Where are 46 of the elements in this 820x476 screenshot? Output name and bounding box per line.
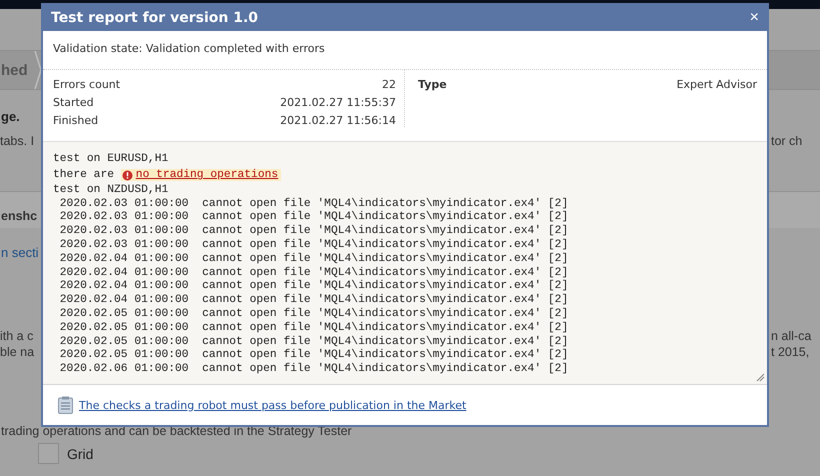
log-line: 2020.02.04 01:00:00 cannot open file 'MQL4\indicators\myindicator.ex4' [2]	[58, 266, 570, 280]
log-line: 2020.02.03 01:00:00 cannot open file 'MQL4\indicators\myindicator.ex4' [2]	[58, 238, 570, 252]
summary-label: Finished	[53, 113, 98, 129]
step-label: hed	[0, 62, 29, 78]
log-line: 2020.02.04 01:00:00 cannot open file 'MQL4\indicators\myindicator.ex4' [2]	[58, 280, 570, 294]
log-line: 2020.02.03 01:00:00 cannot open file 'MQL4\indicators\myindicator.ex4' [2]	[58, 198, 570, 210]
close-button[interactable]: ×	[748, 9, 761, 27]
log-line: there are	[53, 169, 116, 182]
checks-link[interactable]: The checks a trading robot must pass before publication in the Market	[79, 398, 466, 412]
log-line: 2020.02.05 01:00:00 cannot open file 'MQL4\indicators\myindicator.ex4' [2]	[58, 336, 570, 348]
paragraph-line: n all-ca	[771, 328, 812, 344]
summary-value: 22	[382, 77, 396, 93]
log-line: 2020.02.05 01:00:00 cannot open file 'MQL4\indicators\myindicator.ex4' [2]	[58, 322, 570, 336]
type-label: Type	[418, 77, 447, 93]
log-line: 2020.02.04 01:00:00 cannot open file 'MQL4\indicators\myindicator.ex4' [2]	[58, 252, 570, 266]
paragraph-line: t 2015,	[771, 344, 810, 360]
body-text: tor ch	[771, 133, 802, 149]
paragraph-line: ble na	[0, 344, 34, 360]
option-label: Grid	[67, 446, 94, 462]
error-icon	[122, 170, 133, 181]
log-line: 2020.02.04 01:00:00 cannot open file 'MQL4\indicators\myindicator.ex4' [2]	[58, 294, 570, 308]
paragraph-line: ith a c	[0, 328, 34, 344]
log-line: 2020.02.06 01:00:00 cannot open file 'MQL4\indicators\myindicator.ex4' [2]	[58, 363, 570, 377]
summary-label: Errors count	[53, 77, 120, 93]
heading: ge.	[1, 109, 20, 125]
log-line: 2020.02.05 01:00:00 cannot open file 'MQL4\indicators\myindicator.ex4' [2]	[58, 308, 570, 322]
checkbox[interactable]	[38, 443, 59, 464]
summary-value: 2021.02.27 11:55:37	[280, 95, 396, 111]
section-tab[interactable]: enshc	[1, 208, 38, 224]
dialog-title: Test report for version 1.0	[51, 10, 258, 26]
body-text: trading operations and can be backtested in the Strategy Tester	[1, 423, 352, 439]
chevron-icon	[34, 51, 42, 89]
section-link[interactable]: n secti	[1, 245, 39, 261]
log-line: 2020.02.05 01:00:00 cannot open file 'MQL4\indicators\myindicator.ex4' [2]	[58, 349, 570, 362]
clipboard-icon	[58, 396, 73, 414]
summary-value: 2021.02.27 11:56:14	[280, 113, 396, 129]
type-value: Expert Advisor	[676, 77, 757, 93]
body-text: tabs. I	[0, 133, 34, 149]
validation-state: Validation state: Validation completed with errors	[43, 31, 767, 70]
resize-grip-icon[interactable]	[756, 373, 765, 382]
log-line: test on EURUSD,H1	[53, 153, 170, 167]
log-line: 2020.02.03 01:00:00 cannot open file 'MQL4\indicators\myindicator.ex4' [2]	[58, 225, 570, 238]
error-link[interactable]: no trading operations	[136, 169, 278, 182]
log-line: 2020.02.03 01:00:00 cannot open file 'MQL4\indicators\myindicator.ex4' [2]	[58, 211, 570, 224]
summary-label: Started	[53, 95, 94, 111]
log-line: test on NZDUSD,H1	[53, 184, 170, 198]
